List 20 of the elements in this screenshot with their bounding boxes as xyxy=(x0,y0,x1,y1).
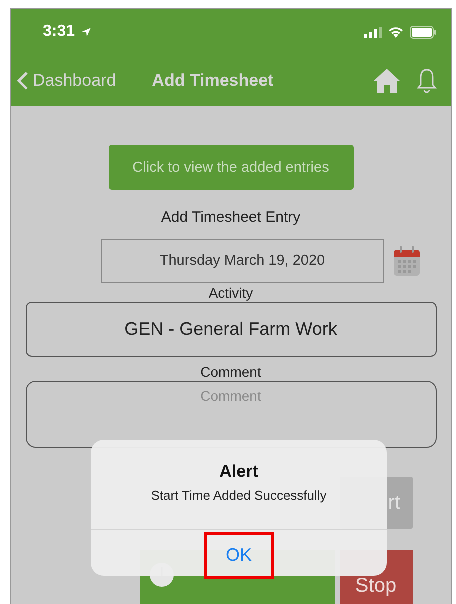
alert-message: Start Time Added Successfully xyxy=(151,488,327,503)
back-button[interactable]: Dashboard xyxy=(17,70,116,90)
date-field[interactable]: Thursday March 19, 2020 xyxy=(101,239,384,283)
activity-field[interactable]: GEN - General Farm Work xyxy=(26,302,436,357)
screen-title: Add Timesheet xyxy=(152,70,274,90)
location-arrow-icon xyxy=(81,26,92,38)
notification-bell-icon[interactable] xyxy=(417,68,437,94)
activity-label: Activity xyxy=(208,285,254,301)
wifi-icon xyxy=(388,26,404,38)
view-entries-button[interactable]: Click to view the added entries xyxy=(108,145,354,190)
back-chevron-icon xyxy=(17,70,29,90)
signal-icon xyxy=(364,26,382,38)
ok-button[interactable]: OK xyxy=(204,532,274,579)
comment-label: Comment xyxy=(200,364,262,380)
home-icon[interactable] xyxy=(373,68,401,94)
clock-time: 3:31 xyxy=(43,23,76,41)
battery-icon xyxy=(410,26,437,38)
calendar-icon[interactable] xyxy=(393,245,421,277)
section-title: Add Timesheet Entry xyxy=(161,209,301,226)
alert-title: Alert xyxy=(220,462,258,482)
